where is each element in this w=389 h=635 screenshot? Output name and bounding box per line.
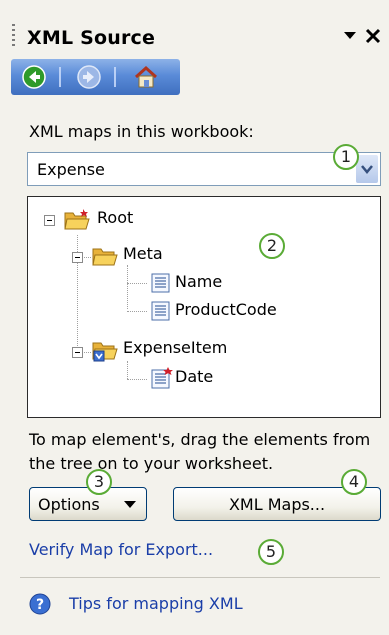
pane-title: XML Source [27,27,156,49]
dropdown-arrow-icon [124,501,136,508]
callout-5: 5 [258,539,284,565]
callout-3: 3 [86,469,112,495]
tree-connector [127,283,147,284]
tree-connector [127,379,147,380]
collapse-meta-icon[interactable] [72,252,83,263]
collapse-root-icon[interactable] [44,215,55,226]
home-icon[interactable] [133,64,159,90]
xml-map-select[interactable]: Expense [27,152,381,186]
repeating-folder-icon [92,338,118,366]
help-circle-icon: ? [29,593,51,615]
options-button[interactable]: Options [29,487,147,521]
tree-connector [127,361,128,379]
tree-connector [127,311,147,312]
dropdown-arrow-icon[interactable] [342,28,358,44]
section-divider [20,577,380,578]
xml-maps-button-label: XML Maps... [228,495,326,514]
collapse-expenseitem-icon[interactable] [72,347,83,358]
svg-text:?: ? [36,597,44,613]
callout-4: 4 [341,469,367,495]
drag-grip[interactable] [12,24,15,48]
tree-node-date[interactable]: Date [175,367,213,386]
toolbar-separator [59,67,61,87]
tree-connector [127,265,128,309]
close-icon[interactable] [363,26,383,46]
tips-mapping-link[interactable]: Tips for mapping XML [69,594,243,613]
forward-arrow-icon[interactable] [76,64,102,90]
folder-icon [92,244,118,272]
toolbar-separator [114,67,116,87]
xml-source-task-pane: XML Source XML maps in this workbook: Ex… [0,0,389,635]
element-icon [150,300,172,326]
mapping-instructions: To map element's, drag the elements from… [29,430,371,473]
verify-map-link[interactable]: Verify Map for Export... [29,540,213,559]
back-arrow-icon[interactable] [21,64,47,90]
xml-element-tree[interactable]: Root Meta Name ProductCode ExpenseItem D… [27,196,381,418]
chevron-down-icon[interactable] [356,155,378,183]
root-folder-icon [64,208,90,236]
navigation-toolbar [11,59,180,95]
required-element-icon [150,367,174,393]
xml-map-select-value: Expense [37,160,105,179]
tree-node-root[interactable]: Root [97,208,133,227]
tree-node-meta[interactable]: Meta [123,244,163,263]
options-button-label: Options [38,495,100,514]
callout-1: 1 [333,144,359,170]
tree-node-expenseitem[interactable]: ExpenseItem [123,338,227,357]
tree-node-productcode[interactable]: ProductCode [175,300,277,319]
callout-2: 2 [259,233,285,259]
xml-maps-label: XML maps in this workbook: [29,122,254,141]
tree-node-name[interactable]: Name [175,272,222,291]
element-icon [150,272,172,298]
pane-title-bar: XML Source [0,14,389,54]
